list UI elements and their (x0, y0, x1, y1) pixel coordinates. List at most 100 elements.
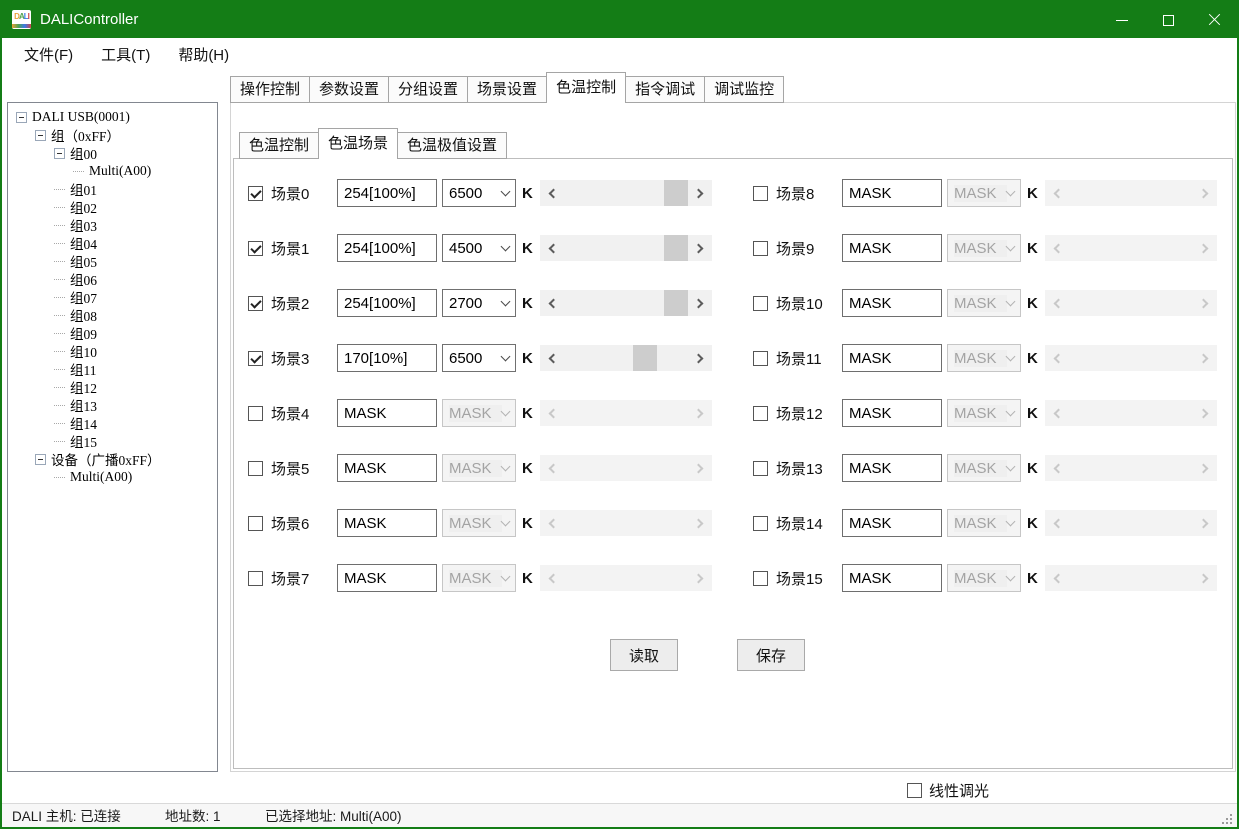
tree-collapse-icon[interactable] (35, 454, 46, 465)
scene-cct-dropdown[interactable]: MASK (442, 509, 516, 537)
menu-item[interactable]: 帮助(H) (164, 44, 243, 65)
tree-item[interactable]: 组03 (8, 216, 217, 234)
scene-enable-checkbox[interactable] (753, 516, 768, 531)
scene-cct-scrollbar[interactable] (540, 345, 712, 371)
tab-sub-2[interactable]: 色温极值设置 (397, 132, 507, 159)
tree-item[interactable]: 组07 (8, 288, 217, 306)
scene-enable-checkbox[interactable] (248, 351, 263, 366)
scene-enable-checkbox[interactable] (753, 296, 768, 311)
tree-item[interactable]: Multi(A00) (8, 468, 217, 486)
scene-level-input[interactable] (842, 564, 942, 592)
scrollbar-right-arrow[interactable] (688, 345, 712, 371)
tree-item[interactable]: 组（0xFF） (8, 126, 217, 144)
scene-cct-dropdown[interactable]: MASK (947, 564, 1021, 592)
scene-enable-checkbox[interactable] (248, 241, 263, 256)
scene-level-input[interactable] (337, 564, 437, 592)
menu-item[interactable]: 文件(F) (10, 44, 87, 65)
tab-sub-0[interactable]: 色温控制 (239, 132, 319, 159)
linear-dimming-checkbox[interactable] (907, 783, 922, 798)
scene-enable-checkbox[interactable] (753, 351, 768, 366)
scene-cct-dropdown[interactable]: MASK (442, 399, 516, 427)
scene-cct-scrollbar[interactable] (540, 290, 712, 316)
scene-level-input[interactable] (842, 344, 942, 372)
scene-cct-dropdown[interactable]: MASK (947, 289, 1021, 317)
tree-item[interactable]: 组11 (8, 360, 217, 378)
tab-main-3[interactable]: 场景设置 (467, 76, 547, 103)
scene-enable-checkbox[interactable] (248, 571, 263, 586)
tab-sub-1[interactable]: 色温场景 (318, 128, 398, 159)
scrollbar-track[interactable] (564, 235, 688, 261)
scene-level-input[interactable] (842, 454, 942, 482)
scene-enable-checkbox[interactable] (753, 186, 768, 201)
tree-collapse-icon[interactable] (54, 148, 65, 159)
tree-item[interactable]: 组14 (8, 414, 217, 432)
scrollbar-right-arrow[interactable] (688, 235, 712, 261)
scene-level-input[interactable] (337, 454, 437, 482)
scrollbar-right-arrow[interactable] (688, 290, 712, 316)
scene-level-input[interactable] (337, 234, 437, 262)
scrollbar-thumb[interactable] (664, 290, 688, 316)
scene-enable-checkbox[interactable] (248, 461, 263, 476)
minimize-button[interactable] (1099, 2, 1145, 38)
tree-item[interactable]: 设备（广播0xFF） (8, 450, 217, 468)
resize-grip-icon[interactable] (1220, 812, 1232, 824)
tree-item[interactable]: 组12 (8, 378, 217, 396)
tree-item[interactable]: 组13 (8, 396, 217, 414)
tree-item[interactable]: 组04 (8, 234, 217, 252)
tree-item[interactable]: 组15 (8, 432, 217, 450)
scene-level-input[interactable] (842, 399, 942, 427)
scrollbar-track[interactable] (564, 290, 688, 316)
scene-level-input[interactable] (337, 344, 437, 372)
scene-cct-dropdown[interactable]: MASK (947, 399, 1021, 427)
scrollbar-track[interactable] (564, 180, 688, 206)
tab-main-4[interactable]: 色温控制 (546, 72, 626, 103)
tab-main-5[interactable]: 指令调试 (625, 76, 705, 103)
tree-item[interactable]: 组02 (8, 198, 217, 216)
tab-main-6[interactable]: 调试监控 (704, 76, 784, 103)
scene-cct-dropdown[interactable]: 6500 (442, 344, 516, 372)
scene-level-input[interactable] (842, 179, 942, 207)
scrollbar-right-arrow[interactable] (688, 180, 712, 206)
scene-cct-dropdown[interactable]: MASK (947, 344, 1021, 372)
scene-cct-dropdown[interactable]: MASK (947, 179, 1021, 207)
tree-item[interactable]: 组05 (8, 252, 217, 270)
close-button[interactable] (1191, 2, 1237, 38)
scene-cct-dropdown[interactable]: 4500 (442, 234, 516, 262)
tab-main-1[interactable]: 参数设置 (309, 76, 389, 103)
maximize-button[interactable] (1145, 2, 1191, 38)
scrollbar-thumb[interactable] (664, 180, 688, 206)
scene-cct-dropdown[interactable]: MASK (947, 234, 1021, 262)
scrollbar-left-arrow[interactable] (540, 290, 564, 316)
scene-cct-dropdown[interactable]: MASK (947, 509, 1021, 537)
scrollbar-track[interactable] (564, 345, 688, 371)
scene-enable-checkbox[interactable] (248, 516, 263, 531)
scene-cct-dropdown[interactable]: MASK (442, 454, 516, 482)
scene-enable-checkbox[interactable] (248, 186, 263, 201)
scene-enable-checkbox[interactable] (248, 296, 263, 311)
tab-main-2[interactable]: 分组设置 (388, 76, 468, 103)
scene-cct-dropdown[interactable]: 2700 (442, 289, 516, 317)
scene-level-input[interactable] (842, 234, 942, 262)
tree-collapse-icon[interactable] (35, 130, 46, 141)
scene-cct-dropdown[interactable]: 6500 (442, 179, 516, 207)
tree-item[interactable]: Multi(A00) (8, 162, 217, 180)
scene-cct-scrollbar[interactable] (540, 235, 712, 261)
scene-enable-checkbox[interactable] (753, 406, 768, 421)
scrollbar-left-arrow[interactable] (540, 180, 564, 206)
tree-collapse-icon[interactable] (16, 112, 27, 123)
tree-item[interactable]: 组09 (8, 324, 217, 342)
tree-item[interactable]: 组01 (8, 180, 217, 198)
scrollbar-left-arrow[interactable] (540, 345, 564, 371)
scene-cct-dropdown[interactable]: MASK (947, 454, 1021, 482)
scene-level-input[interactable] (337, 399, 437, 427)
scrollbar-thumb[interactable] (633, 345, 657, 371)
scrollbar-left-arrow[interactable] (540, 235, 564, 261)
scene-level-input[interactable] (842, 509, 942, 537)
save-button[interactable]: 保存 (737, 639, 805, 671)
scene-enable-checkbox[interactable] (753, 241, 768, 256)
scene-cct-scrollbar[interactable] (540, 180, 712, 206)
scene-cct-dropdown[interactable]: MASK (442, 564, 516, 592)
scene-enable-checkbox[interactable] (753, 461, 768, 476)
scene-level-input[interactable] (337, 179, 437, 207)
tree-item[interactable]: 组06 (8, 270, 217, 288)
